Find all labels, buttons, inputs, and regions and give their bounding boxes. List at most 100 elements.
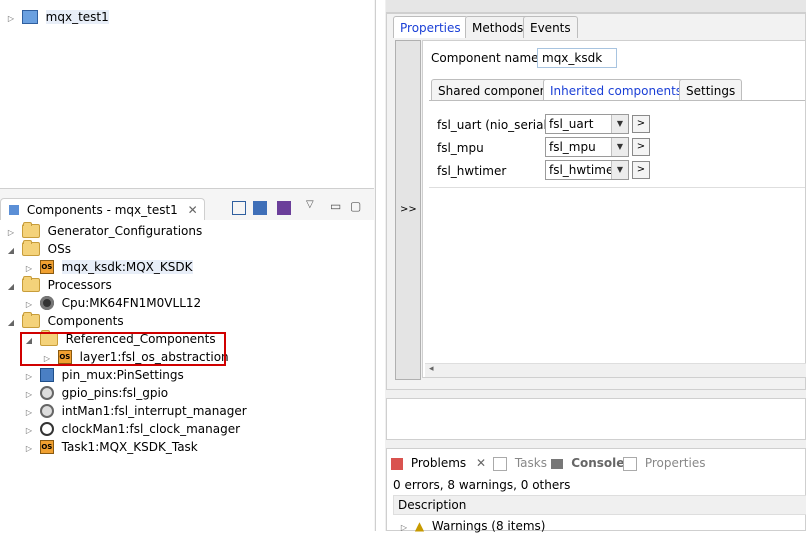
components-view-tab[interactable]: Components - mqx_test1 ✕ [0, 198, 205, 221]
expand-arrow-icon[interactable]: ▷ [24, 440, 34, 458]
collapse-arrow-icon[interactable]: ◢ [6, 278, 16, 296]
chevron-down-icon[interactable]: ▼ [611, 161, 628, 179]
side-button-label: >> [400, 204, 417, 215]
project-explorer-pane: ▷ mqx_test1 [0, 0, 374, 189]
tab-label: Problems [410, 456, 467, 470]
tree-item-project[interactable]: ▷ mqx_test1 [6, 8, 109, 26]
tab-properties[interactable]: Properties [393, 16, 468, 38]
subtab-inherited-components[interactable]: Inherited components [543, 79, 690, 101]
component-select[interactable]: fsl_mpu ▼ [545, 137, 629, 157]
tree-item[interactable]: ◢ Processors [6, 275, 112, 296]
rows-bottom-border [429, 187, 805, 188]
subtab-label: Shared components [438, 84, 559, 98]
close-icon[interactable]: ✕ [188, 203, 198, 217]
tree-item-label: clockMan1:fsl_clock_manager [61, 422, 241, 436]
tree-item-label: Generator_Configurations [47, 224, 203, 238]
os-component-icon: OS [39, 259, 54, 274]
button-label: > [636, 164, 646, 175]
expand-arrow-icon[interactable]: ▷ [399, 519, 409, 537]
tree-item[interactable]: ▷ Generator_Configurations [6, 221, 203, 240]
tree-item-label: gpio_pins:fsl_gpio [61, 386, 169, 400]
tree-item[interactable]: ▷ OS Task1:MQX_KSDK_Task [24, 438, 198, 456]
components-tree-pane: ▷ Generator_Configurations ◢ OSs ▷ OS mq… [0, 220, 374, 531]
component-name-field[interactable]: mqx_ksdk [537, 48, 617, 68]
button-label: > [636, 141, 646, 152]
component-select[interactable]: fsl_hwtimer ▼ [545, 160, 629, 180]
folder-icon [21, 239, 40, 256]
tree-item[interactable]: ▷ gpio_pins:fsl_gpio [24, 384, 168, 402]
tab-events[interactable]: Events [523, 16, 578, 38]
collapse-all-icon[interactable] [232, 201, 246, 215]
filter-icon[interactable] [277, 201, 291, 215]
highlight-box [20, 332, 226, 366]
component-name-value: mqx_ksdk [542, 51, 603, 65]
properties-panel: Component name mqx_ksdk Shared component… [422, 40, 806, 378]
row-label: fsl_uart (nio_serial) [437, 118, 552, 132]
warnings-row[interactable]: ▷ ▲ Warnings (8 items) [399, 517, 546, 537]
go-to-component-button[interactable]: > [632, 161, 650, 179]
tab-methods[interactable]: Methods [465, 16, 531, 38]
tree-item[interactable]: ▷ OS mqx_ksdk:MQX_KSDK [24, 258, 193, 276]
subtab-label: Settings [686, 84, 736, 98]
chevron-down-icon[interactable]: ▼ [611, 115, 628, 133]
tab-problems[interactable]: Problems ✕ [391, 451, 486, 475]
minimize-icon[interactable]: ▭ [330, 199, 341, 213]
tree-item-label: Components [47, 314, 124, 328]
cpu-icon [39, 295, 54, 310]
close-icon[interactable]: ✕ [476, 456, 486, 470]
pin-icon [39, 367, 54, 382]
tab-label: Console [571, 456, 625, 470]
component-select[interactable]: fsl_uart ▼ [545, 114, 629, 134]
expand-side-button[interactable]: >> [395, 40, 421, 380]
scroll-left-icon[interactable]: ◂ [429, 364, 434, 374]
tree-item[interactable]: ◢ Components [6, 311, 124, 332]
subtab-divider [429, 100, 805, 101]
properties-icon [623, 456, 637, 471]
project-label: mqx_test1 [45, 10, 109, 24]
row-label: fsl_hwtimer [437, 164, 507, 178]
problems-icon [391, 457, 403, 470]
tree-item-label: mqx_ksdk:MQX_KSDK [61, 260, 193, 274]
tree-item[interactable]: ▷ Cpu:MK64FN1M0VLL12 [24, 294, 201, 312]
tree-item[interactable]: ▷ clockMan1:fsl_clock_manager [24, 420, 240, 438]
select-value: fsl_hwtimer [549, 163, 619, 177]
folder-icon [21, 275, 40, 292]
tree-item[interactable]: ▷ intMan1:fsl_interrupt_manager [24, 402, 247, 420]
collapse-arrow-icon[interactable]: ◢ [6, 242, 16, 260]
horizontal-scrollbar[interactable]: ◂ [425, 363, 806, 377]
open-folder-icon[interactable] [253, 201, 267, 215]
collapse-arrow-icon[interactable]: ◢ [6, 314, 16, 332]
console-icon [551, 458, 563, 469]
go-to-component-button[interactable]: > [632, 138, 650, 156]
tab-label: Events [530, 21, 571, 35]
tab-tasks[interactable]: Tasks [493, 451, 547, 475]
tree-item-label: Cpu:MK64FN1M0VLL12 [61, 296, 202, 310]
tab-properties-view[interactable]: Properties [623, 451, 705, 475]
tree-item-label: OSs [47, 242, 71, 256]
go-to-component-button[interactable]: > [632, 115, 650, 133]
project-icon [21, 9, 38, 24]
row-label: fsl_mpu [437, 141, 484, 155]
subtab-settings[interactable]: Settings [679, 79, 743, 101]
tab-console[interactable]: Console [551, 451, 624, 475]
column-header-label: Description [398, 498, 467, 512]
components-view-icon [9, 204, 19, 215]
tree-item-label: Task1:MQX_KSDK_Task [61, 440, 198, 454]
tree-item[interactable]: ◢ OSs [6, 239, 71, 260]
tasks-icon [493, 456, 507, 471]
expand-arrow-icon[interactable]: ▷ [6, 10, 16, 28]
subtab-label: Inherited components [550, 84, 683, 98]
tree-item-label: Processors [47, 278, 112, 292]
tree-item[interactable]: ▷ pin_mux:PinSettings [24, 366, 184, 384]
maximize-icon[interactable]: ▢ [350, 199, 361, 213]
view-menu-icon[interactable]: ▽ [306, 199, 314, 210]
chevron-down-icon[interactable]: ▼ [611, 138, 628, 156]
tab-label: Properties [644, 456, 706, 470]
select-value: fsl_mpu [549, 140, 596, 154]
folder-icon [21, 221, 40, 238]
folder-icon [21, 311, 40, 328]
column-header[interactable]: Description [393, 495, 806, 515]
tab-label: Tasks [514, 456, 547, 470]
tab-label: Properties [400, 21, 461, 35]
interrupt-icon [39, 403, 54, 418]
